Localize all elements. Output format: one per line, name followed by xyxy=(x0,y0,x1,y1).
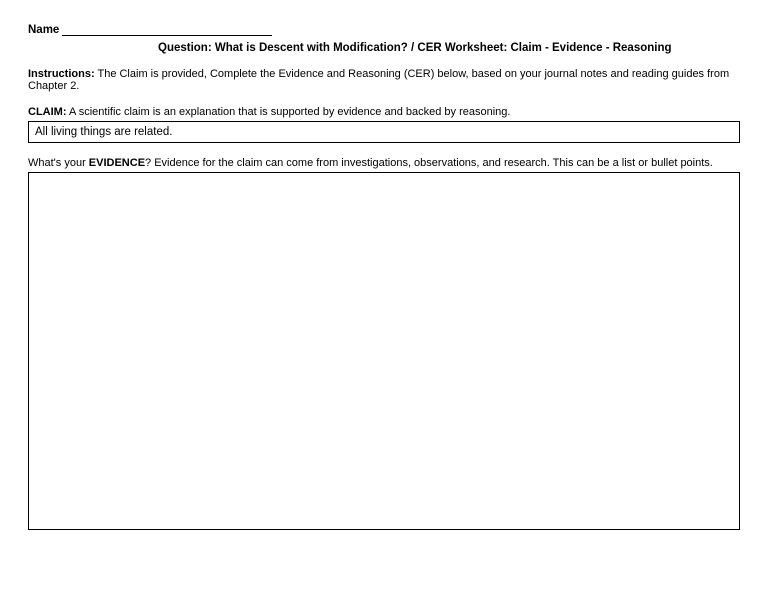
name-input-line[interactable] xyxy=(62,35,272,36)
instructions-text: The Claim is provided, Complete the Evid… xyxy=(28,68,729,92)
instructions-row: Instructions: The Claim is provided, Com… xyxy=(28,68,740,92)
evidence-input-box[interactable] xyxy=(28,172,740,530)
evidence-pre: What's your xyxy=(28,157,89,169)
name-row: Name xyxy=(28,24,740,36)
evidence-desc: ? Evidence for the claim can come from i… xyxy=(145,157,713,169)
claim-label-row: CLAIM: A scientific claim is an explanat… xyxy=(28,106,740,118)
evidence-label: EVIDENCE xyxy=(89,157,145,169)
claim-desc: A scientific claim is an explanation tha… xyxy=(67,106,511,118)
worksheet-title: Question: What is Descent with Modificat… xyxy=(158,42,740,54)
claim-box: All living things are related. xyxy=(28,121,740,143)
claim-value: All living things are related. xyxy=(35,126,172,138)
name-label: Name xyxy=(28,24,59,36)
claim-label: CLAIM: xyxy=(28,106,67,118)
evidence-label-row: What's your EVIDENCE? Evidence for the c… xyxy=(28,157,740,169)
instructions-label: Instructions: xyxy=(28,68,95,80)
